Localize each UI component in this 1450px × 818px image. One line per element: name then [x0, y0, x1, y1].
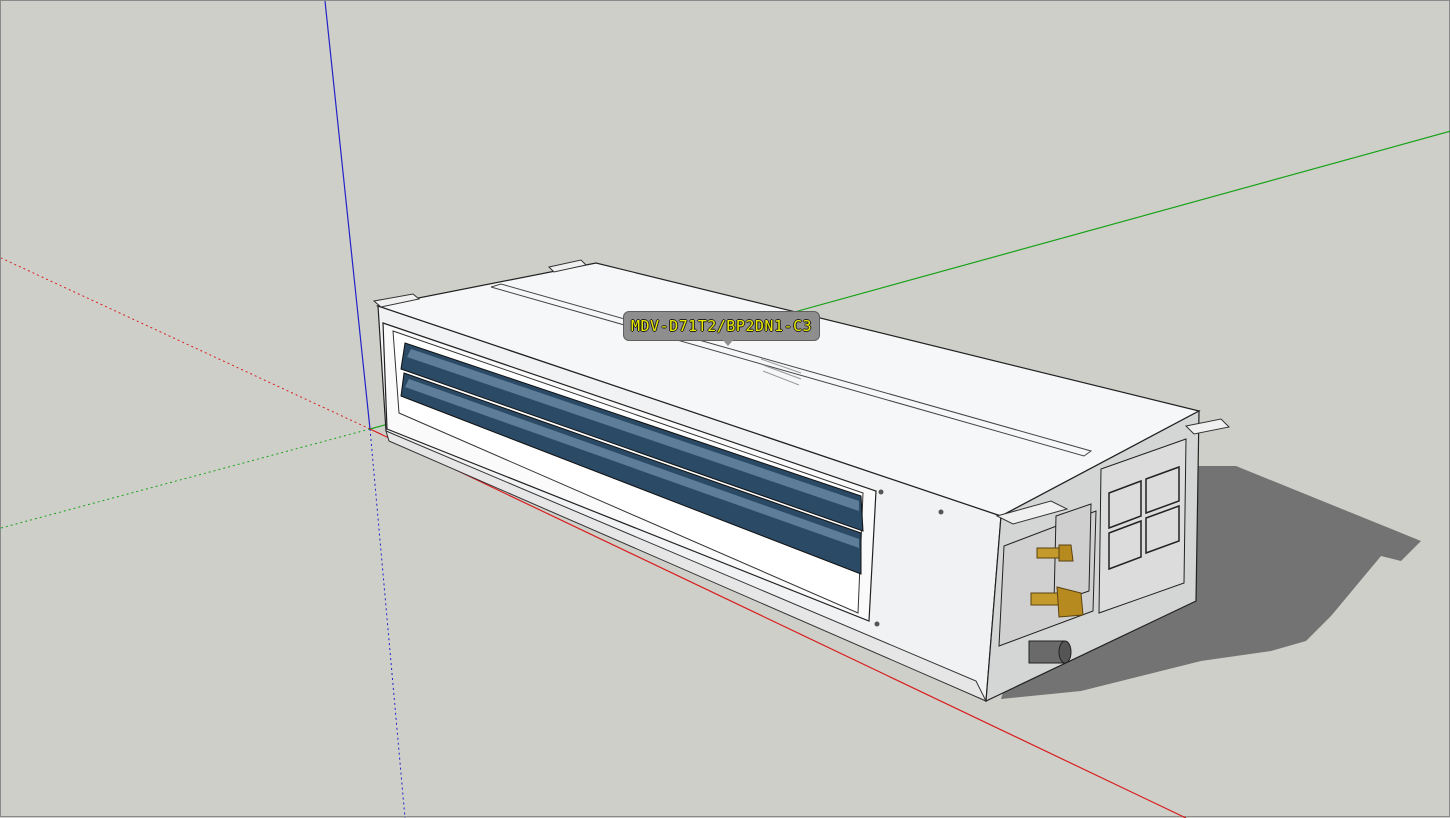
screw	[938, 509, 944, 515]
sketchup-viewport[interactable]: MDV-D71T2/BP2DN1-C3	[0, 0, 1450, 818]
red-axis-negative	[1, 257, 371, 430]
component-tooltip: MDV-D71T2/BP2DN1-C3	[623, 311, 821, 341]
screw	[874, 621, 880, 627]
drain-pipe[interactable]	[1028, 640, 1072, 664]
blue-axis-negative	[369, 428, 406, 818]
tooltip-pointer	[721, 338, 735, 346]
model-canvas[interactable]	[1, 1, 1450, 818]
control-box-cover[interactable]	[1098, 438, 1187, 614]
blue-axis	[324, 1, 371, 430]
green-axis-negative	[1, 428, 371, 529]
screw	[878, 489, 884, 495]
